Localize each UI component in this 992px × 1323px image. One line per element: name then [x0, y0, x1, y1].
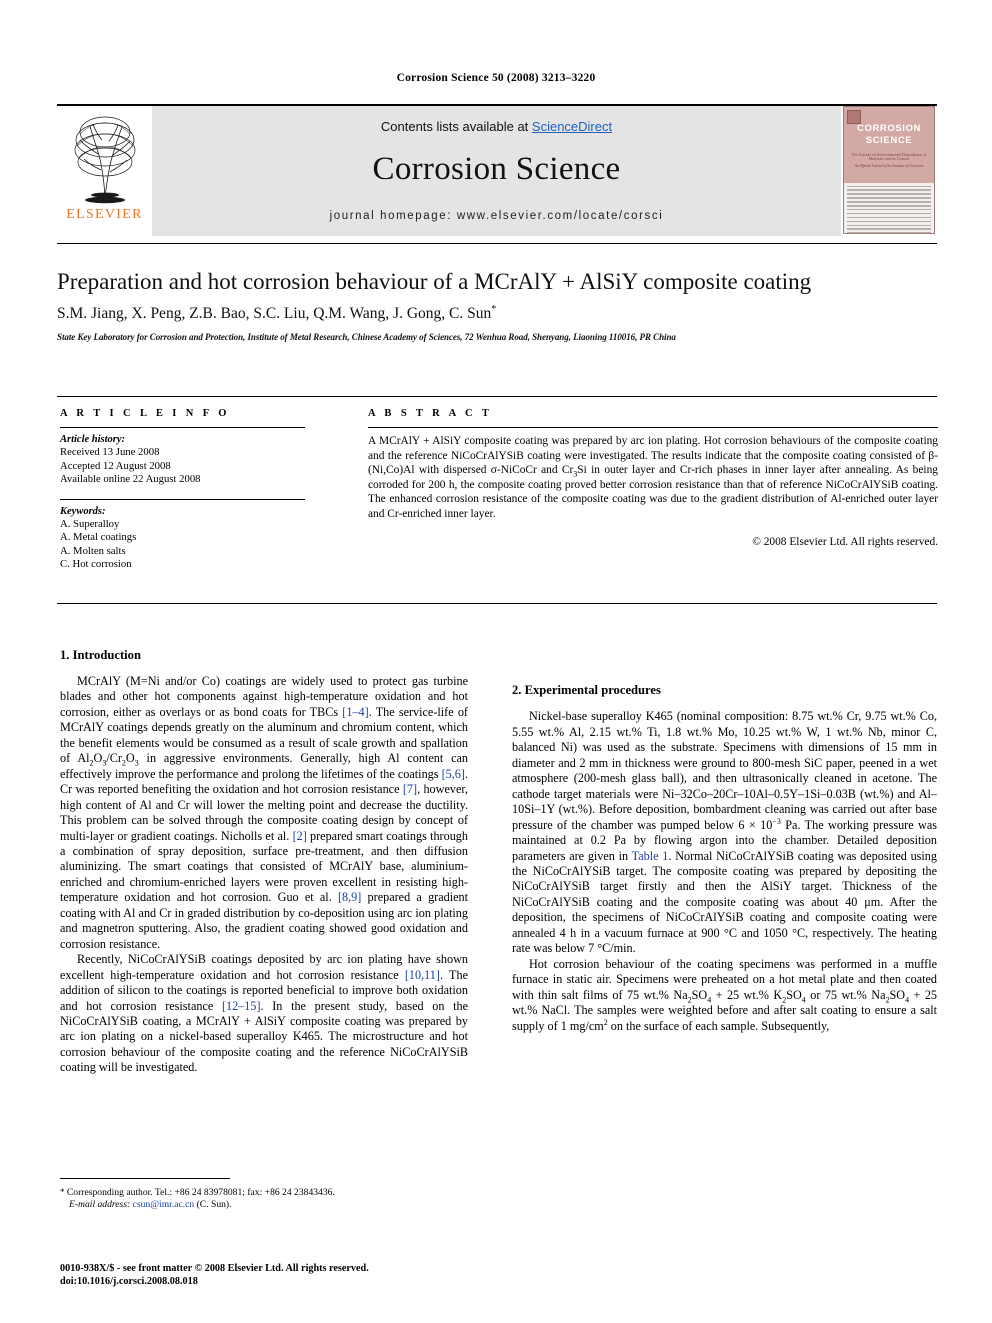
table-link[interactable]: Table 1	[632, 849, 669, 863]
email-link[interactable]: csun@imr.ac.cn	[133, 1199, 195, 1210]
keywords-block: Keywords: A. Superalloy A. Metal coating…	[60, 498, 305, 572]
article-info-heading: A R T I C L E I N F O	[60, 408, 230, 419]
journal-cover-thumbnail[interactable]: CORROSION SCIENCE The Journal on Environ…	[843, 106, 935, 234]
abstract-copyright: © 2008 Elsevier Ltd. All rights reserved…	[752, 535, 938, 548]
intro-paragraph-1: MCrAlY (M=Ni and/or Co) coatings are wid…	[60, 674, 468, 952]
journal-cover-cell: CORROSION SCIENCE The Journal on Environ…	[841, 106, 937, 236]
sciencedirect-link[interactable]: ScienceDirect	[532, 119, 612, 134]
section-heading-experimental: 2. Experimental procedures	[512, 683, 661, 698]
cover-contents-lines	[844, 182, 934, 233]
article-history-received: Received 13 June 2008	[60, 446, 160, 458]
issn-line: 0010-938X/$ - see front matter © 2008 El…	[60, 1263, 369, 1274]
footnote-corresponding-text: Corresponding author. Tel.: +86 24 83978…	[66, 1187, 335, 1198]
exp-p2-d: SO	[786, 987, 802, 1002]
article-info-rule	[60, 427, 305, 428]
masthead-center: Contents lists available at ScienceDirec…	[152, 106, 841, 236]
section-heading-introduction: 1. Introduction	[60, 648, 141, 662]
article-history-label: Article history:	[60, 434, 126, 445]
abstract-rule	[368, 427, 938, 428]
reference-link[interactable]: [2]	[293, 829, 307, 843]
corresponding-author-marker: *	[491, 303, 497, 315]
keyword-item: A. Metal coatings	[60, 531, 137, 543]
article-history-accepted: Accepted 12 August 2008	[60, 459, 171, 472]
footnote-line-2: E-mail address: csun@imr.ac.cn (C. Sun).	[60, 1199, 480, 1211]
intro-paragraph-2: Recently, NiCoCrAlYSiB coatings deposite…	[60, 952, 468, 1076]
abstract-text: A MCrAlY + AlSiY composite coating was p…	[368, 434, 938, 522]
intro-paragraph-2-continued: .	[512, 648, 937, 663]
doi-line: doi:10.1016/j.corsci.2008.08.018	[60, 1276, 198, 1288]
article-history-online: Available online 22 August 2008	[60, 473, 201, 485]
cover-title: CORROSION SCIENCE	[844, 123, 934, 147]
intro-p1-e: O	[125, 751, 135, 766]
corresponding-author-footnote: * Corresponding author. Tel.: +86 24 839…	[60, 1186, 480, 1212]
cover-title-line1: CORROSION	[857, 123, 921, 134]
email-address-label: E-mail address:	[69, 1199, 131, 1211]
cover-top-panel: CORROSION SCIENCE The Journal on Environ…	[844, 107, 934, 183]
contents-prefix: Contents lists available at	[380, 119, 532, 134]
experimental-paragraph-1: Nickel-base superalloy K465 (nominal com…	[512, 709, 937, 956]
email-suffix: (C. Sun).	[196, 1199, 232, 1211]
intro-p1-d: /Cr	[106, 751, 122, 766]
author-names: S.M. Jiang, X. Peng, Z.B. Bao, S.C. Liu,…	[57, 305, 492, 322]
cover-title-line2: SCIENCE	[865, 135, 913, 146]
body-column-left: 1. Introduction MCrAlY (M=Ni and/or Co) …	[60, 648, 468, 1076]
reference-link[interactable]: [8,9]	[338, 890, 361, 904]
author-list: S.M. Jiang, X. Peng, Z.B. Bao, S.C. Liu,…	[57, 303, 947, 323]
footnote-line-1: * Corresponding author. Tel.: +86 24 839…	[60, 1186, 480, 1199]
keyword-item: C. Hot corrosion	[60, 558, 132, 570]
exp-p1-a: Nickel-base superalloy K465 (nominal com…	[512, 709, 937, 832]
article-info-column: A R T I C L E I N F O Article history: R…	[60, 408, 305, 572]
abstract-column: A B S T R A C T A MCrAlY + AlSiY composi…	[368, 408, 938, 548]
exp-p2-c: + 25 wt.% K	[711, 987, 783, 1002]
exp-p1-c: . Normal NiCoCrAlYSiB coating was deposi…	[512, 848, 937, 956]
journal-title: Corrosion Science	[372, 151, 621, 187]
running-head: Corrosion Science 50 (2008) 3213–3220	[396, 72, 596, 84]
keyword-item: A. Superalloy	[60, 517, 120, 530]
reference-link[interactable]: [7]	[403, 782, 417, 796]
title-divider	[57, 243, 937, 244]
affiliation: State Key Laboratory for Corrosion and P…	[57, 332, 676, 342]
exp-p2-h: on the surface of each sample. Subsequen…	[607, 1018, 830, 1033]
reference-link[interactable]: [12–15]	[222, 999, 261, 1013]
experimental-paragraph-2: Hot corrosion behaviour of the coating s…	[512, 957, 937, 1034]
abstract-heading: A B S T R A C T	[368, 408, 493, 419]
exp-p2-e: or 75 wt.% Na	[805, 987, 886, 1002]
reference-link[interactable]: [5,6]	[442, 767, 465, 781]
cover-subtitle: The Journal on Environmental Degradation…	[851, 153, 927, 161]
exp-superscript: −3	[772, 816, 781, 826]
elsevier-tree-icon	[74, 116, 135, 204]
intro-p1-c: O	[93, 751, 103, 766]
imprint-block: 0010-938X/$ - see front matter © 2008 El…	[60, 1262, 490, 1289]
reference-link[interactable]: [10,11]	[405, 968, 440, 982]
exp-p2-b: SO	[691, 987, 708, 1002]
cover-subtitle-2: An Official Journal of the Institute of …	[854, 164, 924, 168]
page-title: Preparation and hot corrosion behaviour …	[57, 269, 812, 294]
body-column-right: . 2. Experimental procedures Nickel-base…	[512, 648, 937, 1034]
journal-masthead: ELSEVIER Contents lists available at Sci…	[57, 104, 937, 236]
article-page: Corrosion Science 50 (2008) 3213–3220 EL…	[0, 0, 992, 1323]
cover-stamp-icon	[847, 110, 861, 124]
elsevier-wordmark: ELSEVIER	[66, 207, 143, 222]
contents-available-line: Contents lists available at ScienceDirec…	[381, 119, 612, 134]
keywords-rule	[60, 498, 305, 500]
exp-p2-f: SO	[889, 987, 906, 1002]
footnote-divider	[60, 1178, 230, 1179]
elsevier-logo: ELSEVIER	[57, 106, 152, 236]
journal-homepage[interactable]: journal homepage: www.elsevier.com/locat…	[330, 210, 664, 222]
keyword-item: A. Molten salts	[60, 544, 126, 557]
keywords-label: Keywords:	[60, 505, 106, 517]
footnote-marker: *	[60, 1187, 65, 1197]
reference-link[interactable]: [1–4]	[342, 705, 368, 719]
